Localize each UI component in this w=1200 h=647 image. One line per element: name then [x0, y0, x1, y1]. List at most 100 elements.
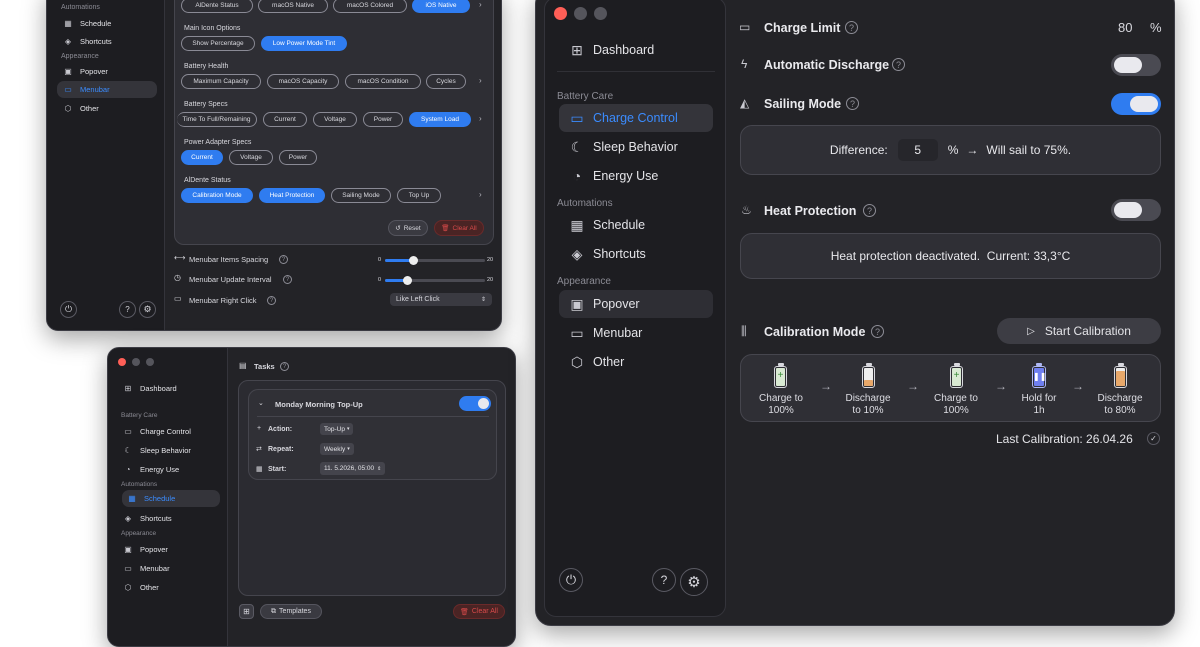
- chip-adapter-current[interactable]: Current: [181, 150, 223, 165]
- chip-power[interactable]: Power: [363, 112, 403, 127]
- clear-all-button[interactable]: 🗑 Clear All: [434, 220, 484, 236]
- sidebar-item-energy-use[interactable]: ◔ Energy Use: [559, 162, 713, 190]
- help-icon[interactable]: ?: [845, 21, 858, 34]
- sidebar-item-shortcuts[interactable]: ◈ Shortcuts: [122, 510, 220, 526]
- sidebar-item-menubar[interactable]: ▭ Menubar: [57, 81, 157, 98]
- charge-limit-value[interactable]: 80: [1118, 20, 1132, 35]
- power-button[interactable]: ⏻: [60, 301, 77, 318]
- minimize-window-button[interactable]: [574, 7, 587, 20]
- sidebar-item-dashboard[interactable]: ⊞ Dashboard: [559, 36, 713, 64]
- chip-low-power-mode-tint[interactable]: Low Power Mode Tint: [261, 36, 347, 51]
- reset-button[interactable]: ↺ Reset: [388, 220, 428, 236]
- start-calibration-button[interactable]: ▷ Start Calibration: [997, 318, 1161, 344]
- interval-slider-track[interactable]: [385, 276, 485, 285]
- repeat-select[interactable]: Weekly ▾: [320, 443, 354, 455]
- close-window-button[interactable]: [554, 7, 567, 20]
- power-button[interactable]: ⏻: [559, 568, 583, 592]
- help-icon[interactable]: ?: [267, 296, 276, 305]
- help-button[interactable]: ?: [119, 301, 136, 318]
- chip-voltage[interactable]: Voltage: [313, 112, 357, 127]
- action-select[interactable]: Top-Up ▾: [320, 423, 354, 435]
- chip-show-percentage[interactable]: Show Percentage: [181, 36, 255, 51]
- chevron-right-icon[interactable]: ›: [479, 0, 482, 9]
- chip-sailing-mode[interactable]: Sailing Mode: [331, 188, 391, 203]
- popover-icon: ▣: [570, 295, 584, 312]
- chevron-right-icon[interactable]: ›: [479, 76, 482, 85]
- settings-button[interactable]: ⚙: [680, 568, 708, 596]
- add-task-button[interactable]: ⊞: [239, 604, 254, 619]
- sidebar-item-charge-control[interactable]: ▭ Charge Control: [559, 104, 713, 132]
- sidebar-item-charge-control[interactable]: ▭ Charge Control: [122, 423, 220, 439]
- spacing-slider-track[interactable]: [385, 256, 485, 265]
- chip-top-up[interactable]: Top Up: [397, 188, 441, 203]
- sidebar-item-popover[interactable]: ▣ Popover: [559, 290, 713, 318]
- sidebar-section-battery-care: Battery Care: [557, 91, 614, 102]
- chip-heat-protection[interactable]: Heat Protection: [259, 188, 325, 203]
- zoom-window-button[interactable]: [594, 7, 607, 20]
- chip-macos-capacity[interactable]: macOS Capacity: [267, 74, 339, 89]
- style-chip-macos-colored[interactable]: macOS Colored: [333, 0, 407, 13]
- help-icon[interactable]: ?: [871, 325, 884, 338]
- zoom-window-button[interactable]: [146, 358, 154, 366]
- chip-time-to-full[interactable]: Time To Full/Remaining: [177, 112, 257, 127]
- settings-button[interactable]: ⚙: [139, 301, 156, 318]
- sidebar-item-menubar[interactable]: ▭ Menubar: [559, 319, 713, 347]
- style-chip-ios-native[interactable]: iOS Native: [412, 0, 470, 13]
- sidebar-item-menubar[interactable]: ▭ Menubar: [122, 560, 220, 576]
- close-window-button[interactable]: [118, 358, 126, 366]
- style-chip-aldente-status[interactable]: AlDente Status: [181, 0, 253, 13]
- sidebar-item-popover[interactable]: ▣ Popover: [57, 63, 157, 79]
- sidebar-item-schedule[interactable]: ▦ Schedule: [57, 15, 157, 31]
- start-datetime-field[interactable]: 11. 5.2026, 05:00 ⇕: [320, 462, 386, 475]
- interval-slider-knob[interactable]: [403, 276, 412, 285]
- sidebar-item-sleep-behavior[interactable]: ☾ Sleep Behavior: [559, 133, 713, 161]
- chip-adapter-power[interactable]: Power: [279, 150, 317, 165]
- chevron-right-icon[interactable]: ›: [479, 114, 482, 123]
- stepper-icon[interactable]: ⇕: [377, 466, 381, 472]
- sidebar-item-sleep-behavior[interactable]: ☾ Sleep Behavior: [122, 442, 220, 458]
- help-icon[interactable]: ?: [892, 58, 905, 71]
- help-icon[interactable]: ?: [863, 204, 876, 217]
- spacing-slider-knob[interactable]: [409, 256, 418, 265]
- chip-macos-condition[interactable]: macOS Condition: [345, 74, 421, 89]
- style-chip-macos-native[interactable]: macOS Native: [258, 0, 328, 13]
- chip-cycles[interactable]: Cycles: [426, 74, 466, 89]
- sidebar-item-popover[interactable]: ▣ Popover: [122, 541, 220, 557]
- chip-calibration-mode[interactable]: Calibration Mode: [181, 188, 253, 203]
- chevron-right-icon[interactable]: ›: [479, 190, 482, 199]
- help-icon[interactable]: ?: [279, 255, 288, 264]
- sidebar-item-other[interactable]: ⬡ Other: [57, 100, 157, 116]
- help-icon[interactable]: ?: [283, 275, 292, 284]
- sidebar-item-dashboard[interactable]: ⊞ Dashboard: [122, 380, 220, 396]
- sidebar-item-schedule[interactable]: ▦ Schedule: [122, 490, 220, 507]
- help-icon[interactable]: ?: [846, 97, 859, 110]
- sailing-mode-toggle[interactable]: [1111, 93, 1161, 115]
- chip-system-load[interactable]: System Load: [409, 112, 471, 127]
- templates-button[interactable]: ⧉ Templates: [260, 604, 322, 619]
- sidebar-item-energy-use[interactable]: ◔ Energy Use: [122, 461, 220, 477]
- chip-adapter-voltage[interactable]: Voltage: [229, 150, 273, 165]
- sidebar-item-schedule[interactable]: ▦ Schedule: [559, 211, 713, 239]
- clear-all-button[interactable]: 🗑 Clear All: [453, 604, 505, 619]
- help-button[interactable]: ?: [652, 568, 676, 592]
- sidebar-item-shortcuts[interactable]: ◈ Shortcuts: [57, 33, 157, 49]
- automatic-discharge-toggle[interactable]: [1111, 54, 1161, 76]
- help-icon[interactable]: ?: [280, 362, 289, 371]
- task-card[interactable]: ⌄ Monday Morning Top-Up + Action: Top-Up…: [248, 389, 497, 480]
- minimize-window-button[interactable]: [132, 358, 140, 366]
- chevron-down-icon[interactable]: ⌄: [258, 399, 264, 407]
- tasks-icon: ▤: [239, 361, 247, 370]
- sidebar-item-other[interactable]: ⬡ Other: [122, 579, 220, 595]
- calibration-mode-label: Calibration Mode: [764, 325, 866, 339]
- heat-protection-toggle[interactable]: [1111, 199, 1161, 221]
- sidebar-item-shortcuts[interactable]: ◈ Shortcuts: [559, 240, 713, 268]
- step-line-2: 100%: [768, 405, 794, 416]
- sidebar-item-other[interactable]: ⬡ Other: [559, 348, 713, 376]
- task-enabled-toggle[interactable]: [459, 396, 491, 411]
- difference-input[interactable]: 5: [897, 139, 938, 161]
- sidebar-item-label: Energy Use: [140, 464, 180, 474]
- sailing-difference-card: Difference: 5 % → Will sail to 75%.: [740, 125, 1161, 175]
- chip-maximum-capacity[interactable]: Maximum Capacity: [181, 74, 261, 89]
- chip-current[interactable]: Current: [263, 112, 307, 127]
- right-click-select[interactable]: Like Left Click ⇕: [390, 293, 492, 306]
